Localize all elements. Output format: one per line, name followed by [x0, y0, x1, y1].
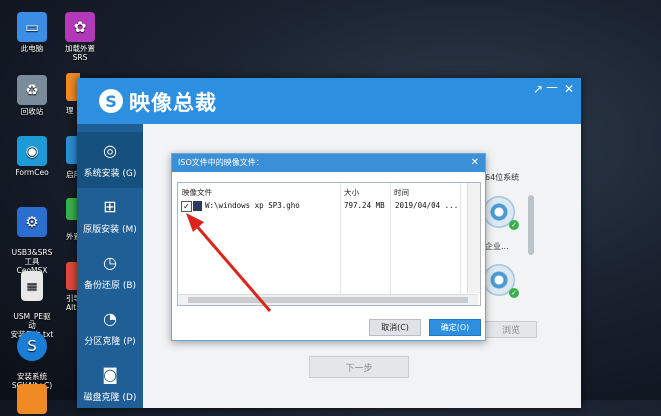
- dialog-title-bar: ISO文件中的映像文件： ✕: [172, 154, 485, 172]
- disc-icon: ✓: [483, 196, 519, 230]
- partial-icon-label: 理: [66, 106, 74, 115]
- desktop-icon-label: 加载外置SRS: [65, 44, 95, 62]
- computer-icon: ▭: [17, 12, 47, 42]
- table-row[interactable]: ✓ W:\windows xp SP3.gho 797.24 MB 2019/0…: [179, 199, 464, 213]
- desktop-icon-computer[interactable]: ▭ 此电脑: [10, 12, 54, 53]
- sidebar-item-backup-restore[interactable]: ◷ 备份还原 (B): [77, 244, 143, 300]
- check-icon: ✓: [509, 220, 519, 230]
- recycle-bin-icon: ♻: [17, 75, 47, 105]
- sidebar-item-label: 备份还原 (B): [83, 281, 137, 291]
- check-icon: ✓: [509, 288, 519, 298]
- desktop-icon-formceo[interactable]: ◉ FormCeo: [10, 136, 54, 177]
- sidebar-item-system-install[interactable]: ◎ 系统安装 (G): [77, 132, 143, 188]
- dialog-title: ISO文件中的映像文件：: [178, 158, 264, 167]
- scroll-thumb[interactable]: [188, 297, 468, 303]
- list-horizontal-scrollbar[interactable]: [178, 294, 478, 305]
- sidebar-item-label: 分区克隆 (P): [84, 337, 136, 347]
- cancel-button[interactable]: 取消(C): [369, 319, 421, 336]
- app-icon: [17, 384, 47, 414]
- column-header-file[interactable]: 映像文件: [182, 187, 212, 198]
- srs-icon: ✿: [65, 12, 95, 42]
- pie-icon: ◔: [103, 309, 117, 328]
- cell-size: 797.24 MB: [344, 201, 385, 210]
- iso-image-dialog: ISO文件中的映像文件： ✕ 映像文件 大小 时间 ✓ W:\windows x…: [171, 153, 486, 341]
- usb-tool-icon: ⚙: [17, 207, 47, 237]
- cell-time: 2019/04/04 ...: [395, 201, 459, 210]
- sidebar-item-label: 系统安装 (G): [83, 169, 137, 179]
- os-label: 64位系统: [485, 173, 520, 182]
- os-label: 企业...: [485, 242, 509, 251]
- desktop-icon-srs[interactable]: ✿ 加载外置SRS: [58, 12, 102, 62]
- text-file-icon: ≡: [21, 271, 43, 301]
- sidebar-item-disk-clone[interactable]: ◙ 磁盘克隆 (D): [77, 356, 143, 412]
- disk-icon: ◙: [102, 365, 118, 384]
- list-vertical-scrollbar[interactable]: [467, 183, 480, 293]
- desktop-icon-label: 回收站: [20, 107, 44, 116]
- globe-icon: ◎: [103, 141, 117, 160]
- sidebar-item-label: 原版安装 (M): [83, 225, 137, 235]
- desktop-icon-app[interactable]: [10, 384, 54, 416]
- next-button[interactable]: 下一步: [309, 356, 409, 378]
- desktop-icon-label: FormCeo: [15, 168, 49, 177]
- close-button[interactable]: ✕: [564, 82, 574, 96]
- title-bar: S 映像总裁 ↗ — ✕: [77, 78, 581, 124]
- scrollbar[interactable]: [528, 195, 534, 255]
- column-header-time[interactable]: 时间: [394, 187, 409, 198]
- dialog-close-button[interactable]: ✕: [471, 154, 479, 172]
- sidebar-item-original-install[interactable]: ⊞ 原版安装 (M): [77, 188, 143, 244]
- minimize-button[interactable]: —: [546, 80, 558, 94]
- sidebar-item-partition-clone[interactable]: ◔ 分区克隆 (P): [77, 300, 143, 356]
- desktop-icon-label: 此电脑: [20, 44, 44, 53]
- disc-icon: ✓: [483, 264, 519, 298]
- browse-button[interactable]: 浏览: [485, 321, 537, 338]
- history-icon: ◷: [103, 253, 117, 272]
- sidebar: ◎ 系统安装 (G) ⊞ 原版安装 (M) ◷ 备份还原 (B) ◔ 分区克隆 …: [77, 124, 143, 408]
- row-checkbox[interactable]: ✓: [181, 201, 192, 212]
- install-system-icon: S: [17, 331, 47, 361]
- column-header-size[interactable]: 大小: [344, 187, 359, 198]
- windows-icon: ⊞: [103, 197, 117, 216]
- sidebar-item-label: 磁盘克隆 (D): [83, 393, 137, 403]
- gho-file-icon: [193, 201, 202, 211]
- cell-file: W:\windows xp SP3.gho: [205, 201, 300, 210]
- formceo-icon: ◉: [17, 136, 47, 166]
- cursor-icon: ↗: [533, 82, 544, 96]
- ok-button[interactable]: 确定(O): [429, 319, 481, 336]
- image-file-list[interactable]: 映像文件 大小 时间 ✓ W:\windows xp SP3.gho 797.2…: [177, 182, 481, 306]
- app-title: 映像总裁: [129, 91, 217, 115]
- app-logo-icon: S: [99, 89, 123, 113]
- desktop-icon-recycle-bin[interactable]: ♻ 回收站: [10, 75, 54, 116]
